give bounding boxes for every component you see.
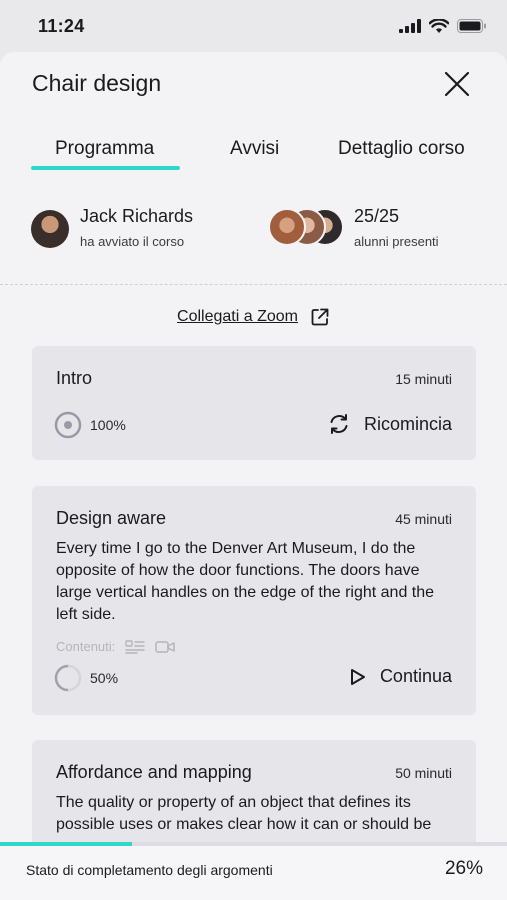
continue-button[interactable]: Continua [350, 666, 452, 687]
lesson-title: Intro [56, 368, 93, 388]
lesson-duration: 45 minuti [395, 511, 452, 527]
restart-button-label: Ricomincia [363, 413, 452, 434]
restart-button[interactable]: Ricomincia [328, 413, 452, 435]
completion-label: Stato di completamento degli argomenti [26, 862, 273, 878]
course-sheet: Chair design Programma Avvisi Dettaglio … [0, 52, 507, 900]
tab-programma[interactable]: Programma [55, 138, 154, 160]
progress-complete-icon [54, 411, 82, 439]
course-info-row: Jack Richards ha avviato il corso 25/25 … [0, 204, 507, 258]
status-bar: 11:24 [0, 0, 507, 52]
avatar [268, 208, 306, 246]
page-title: Chair design [32, 70, 162, 96]
completion-bar: Stato di completamento degli argomenti 2… [0, 842, 507, 900]
divider [0, 284, 507, 285]
lesson-title: Design aware [56, 508, 167, 528]
completion-percent: 26% [444, 858, 483, 879]
zoom-link[interactable]: Collegati a Zoom [0, 302, 507, 332]
lesson-progress: 50% [90, 670, 119, 686]
student-avatars [268, 208, 348, 248]
lesson-duration: 50 minuti [395, 765, 452, 781]
completion-track [0, 842, 507, 846]
video-content-icon [155, 640, 176, 653]
text-content-icon [125, 639, 145, 654]
status-time: 11:24 [38, 15, 85, 36]
refresh-icon [330, 414, 348, 434]
play-icon [350, 668, 365, 685]
tab-avvisi[interactable]: Avvisi [230, 138, 279, 160]
lesson-title: Affordance and mapping [56, 762, 252, 782]
continue-button-label: Continua [379, 666, 452, 686]
battery-icon [457, 19, 486, 33]
external-link-icon[interactable] [310, 307, 330, 327]
lesson-card-design-aware[interactable]: Design aware 45 minuti Every time I go t… [32, 486, 476, 715]
lesson-description: The quality or property of an object tha… [56, 794, 432, 833]
lesson-contents: Contenuti: [56, 639, 176, 654]
wifi-icon [429, 18, 449, 33]
status-icons [399, 18, 487, 34]
lesson-card-intro[interactable]: Intro 15 minuti 100% Ricomincia [32, 346, 476, 460]
sheet-header: Chair design [0, 52, 507, 118]
teacher-avatar [31, 210, 69, 248]
tab-dettaglio-corso[interactable]: Dettaglio corso [338, 138, 465, 160]
cellular-signal-icon [399, 19, 421, 33]
progress-half-icon [54, 664, 82, 692]
active-tab-indicator [31, 166, 180, 170]
lesson-description: Every time I go to the Denver Art Museum… [56, 540, 435, 623]
lesson-duration: 15 minuti [395, 371, 452, 387]
lesson-progress: 100% [90, 417, 126, 433]
teacher-status: ha avviato il corso [80, 234, 185, 249]
attendance-label: alunni presenti [354, 234, 439, 249]
close-icon[interactable] [443, 70, 471, 98]
completion-fill [0, 842, 132, 846]
zoom-link-label[interactable]: Collegati a Zoom [177, 308, 298, 326]
attendance-count: 25/25 [354, 206, 400, 226]
contents-label: Contenuti: [56, 639, 116, 654]
teacher-name: Jack Richards [80, 206, 194, 226]
